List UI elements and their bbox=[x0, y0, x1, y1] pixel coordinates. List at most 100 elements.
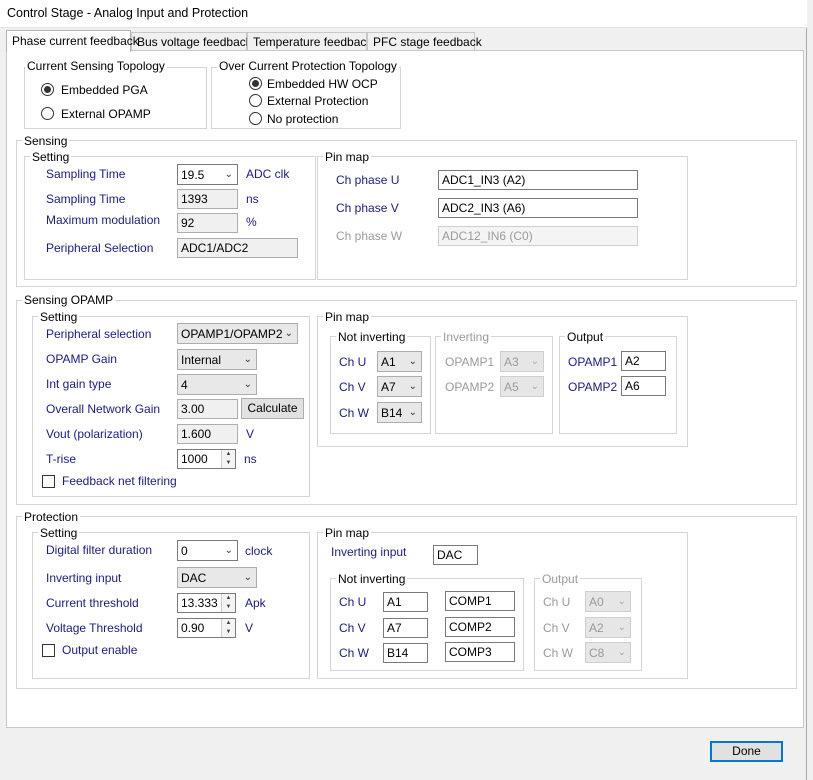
protection-output-group: Output Ch U A0 ⌄ Ch V A2 ⌄ Ch W C8 ⌄ bbox=[534, 573, 642, 671]
tab-phase-current-feedback[interactable]: Phase current feedback bbox=[6, 30, 139, 52]
chevron-down-icon: ⌄ bbox=[284, 328, 293, 339]
sampling-time-ns-unit: ns bbox=[246, 192, 259, 206]
opamp-ch-u-select[interactable]: A1 ⌄ bbox=[377, 351, 422, 372]
output-opamp2-field[interactable]: A6 bbox=[621, 376, 666, 396]
sensing-opamp-group: Sensing OPAMP Setting Peripheral selecti… bbox=[16, 294, 797, 505]
digital-filter-select[interactable]: 0 ⌄ bbox=[177, 540, 238, 561]
chevron-down-icon: ⌄ bbox=[617, 596, 626, 607]
opamp-output-title: Output bbox=[565, 330, 606, 344]
output-opamp2-label: OPAMP2 bbox=[568, 380, 618, 394]
trise-stepper[interactable]: 1000 ▲ ▼ bbox=[177, 449, 236, 469]
stepper-down-icon[interactable]: ▼ bbox=[222, 603, 235, 612]
sampling-time-ns-field: 1393 bbox=[177, 189, 238, 209]
opamp-not-inverting-group: Not inverting Ch U A1 ⌄ Ch V A7 ⌄ Ch W B14… bbox=[330, 331, 431, 434]
chevron-down-icon: ⌄ bbox=[530, 381, 539, 392]
int-gain-type-label: Int gain type bbox=[46, 377, 112, 391]
vout-unit: V bbox=[246, 427, 255, 441]
opamp-ch-w-select[interactable]: B14 ⌄ bbox=[377, 402, 422, 423]
sensing-group: Sensing Setting Sampling Time 19.5 ⌄ ADC … bbox=[16, 135, 797, 287]
ch-phase-u-field[interactable]: ADC1_IN3 (A2) bbox=[438, 170, 638, 190]
protection-setting-group: Setting Digital filter duration 0 ⌄ clock… bbox=[32, 527, 310, 679]
sensing-opamp-title: Sensing OPAMP bbox=[22, 293, 116, 307]
opamp-pinmap-title: Pin map bbox=[323, 310, 372, 324]
external-protection-radio[interactable] bbox=[249, 94, 262, 107]
opamp-gain-select[interactable]: Internal ⌄ bbox=[177, 349, 257, 370]
embedded-pga-label: Embedded PGA bbox=[61, 83, 148, 97]
embedded-hw-ocp-radio[interactable] bbox=[249, 77, 262, 90]
stepper-up-icon[interactable]: ▲ bbox=[222, 619, 235, 628]
stepper-up-icon[interactable]: ▲ bbox=[222, 450, 235, 459]
feedback-filter-checkbox[interactable] bbox=[42, 475, 55, 488]
opamp-ch-v-select[interactable]: A7 ⌄ bbox=[377, 376, 422, 397]
external-opamp-radio[interactable] bbox=[41, 107, 54, 120]
tab-temperature-feedback[interactable]: Temperature feedback bbox=[247, 32, 372, 51]
max-modulation-field: 92 bbox=[177, 213, 238, 233]
tab-pfc-stage-feedback[interactable]: PFC stage feedback bbox=[367, 32, 482, 51]
protection-ch-w-pin-field[interactable]: B14 bbox=[383, 643, 428, 663]
chevron-down-icon: ⌄ bbox=[530, 356, 539, 367]
vout-label: Vout (polarization) bbox=[46, 427, 143, 441]
protection-inverting-select[interactable]: DAC ⌄ bbox=[177, 567, 257, 588]
ch-phase-w-field: ADC12_IN6 (C0) bbox=[438, 226, 638, 246]
protection-ch-v-comp-field[interactable]: COMP2 bbox=[445, 617, 515, 637]
opamp-inverting-group: Inverting OPAMP1 A3 ⌄ OPAMP2 A5 ⌄ bbox=[435, 331, 553, 434]
calculate-button[interactable]: Calculate bbox=[241, 398, 304, 419]
sensing-title: Sensing bbox=[22, 134, 70, 148]
protection-ch-v-pin-field[interactable]: A7 bbox=[383, 618, 428, 638]
opamp-peripheral-label: Peripheral selection bbox=[46, 327, 152, 341]
sensing-pinmap-title: Pin map bbox=[323, 150, 372, 164]
digital-filter-unit: clock bbox=[245, 544, 273, 558]
protection-ch-v-label: Ch V bbox=[339, 621, 366, 635]
no-protection-label: No protection bbox=[267, 112, 339, 126]
tab-panel: Current Sensing Topology Embedded PGA Ex… bbox=[6, 50, 804, 728]
dialog-window: Control Stage - Analog Input and Protect… bbox=[0, 0, 807, 780]
stepper-up-icon[interactable]: ▲ bbox=[222, 594, 235, 603]
ch-phase-w-label: Ch phase W bbox=[336, 229, 403, 243]
protection-ch-u-comp-field[interactable]: COMP1 bbox=[445, 591, 515, 611]
output-opamp1-field[interactable]: A2 bbox=[621, 351, 666, 371]
protection-group: Protection Setting Digital filter durati… bbox=[16, 511, 797, 689]
int-gain-type-select[interactable]: 4 ⌄ bbox=[177, 374, 257, 395]
no-protection-radio[interactable] bbox=[249, 112, 262, 125]
protection-pinmap-group: Pin map Inverting input DAC Not invertin… bbox=[317, 527, 688, 679]
sampling-time-select[interactable]: 19.5 ⌄ bbox=[177, 164, 238, 185]
window-title: Control Stage - Analog Input and Protect… bbox=[7, 6, 249, 20]
protection-ch-u-pin-field[interactable]: A1 bbox=[383, 592, 428, 612]
done-button[interactable]: Done bbox=[710, 741, 783, 762]
current-sensing-topology-title: Current Sensing Topology bbox=[25, 59, 167, 73]
external-opamp-label: External OPAMP bbox=[61, 107, 151, 121]
chevron-down-icon: ⌄ bbox=[243, 379, 252, 390]
stepper-down-icon[interactable]: ▼ bbox=[222, 459, 235, 468]
chevron-down-icon: ⌄ bbox=[224, 545, 233, 556]
opamp-setting-title: Setting bbox=[38, 310, 80, 324]
opamp-ch-u-label: Ch U bbox=[339, 355, 367, 369]
tab-bus-voltage-feedback[interactable]: Bus voltage feedback bbox=[131, 32, 252, 51]
opamp-ch-v-label: Ch V bbox=[339, 380, 366, 394]
pinmap-inverting-input-field[interactable]: DAC bbox=[433, 545, 478, 565]
stepper-down-icon[interactable]: ▼ bbox=[222, 628, 235, 637]
current-threshold-unit: Apk bbox=[245, 596, 266, 610]
opamp-ch-w-label: Ch W bbox=[339, 406, 369, 420]
embedded-pga-radio[interactable] bbox=[41, 83, 54, 96]
inverting-opamp2-label: OPAMP2 bbox=[445, 380, 495, 394]
current-threshold-stepper[interactable]: 13.333 ▲ ▼ bbox=[177, 593, 236, 613]
protection-ch-w-comp-field[interactable]: COMP3 bbox=[445, 642, 515, 662]
inverting-opamp1-select: A3 ⌄ bbox=[500, 351, 544, 372]
opamp-peripheral-select[interactable]: OPAMP1/OPAMP2 ⌄ bbox=[177, 323, 298, 344]
voltage-threshold-stepper[interactable]: 0.90 ▲ ▼ bbox=[177, 618, 236, 638]
voltage-threshold-unit: V bbox=[245, 621, 254, 635]
vout-field: 1.600 bbox=[177, 424, 238, 444]
chevron-down-icon: ⌄ bbox=[408, 407, 417, 418]
title-bar: Control Stage - Analog Input and Protect… bbox=[0, 0, 807, 28]
pinmap-inverting-input-label: Inverting input bbox=[331, 545, 407, 559]
chevron-down-icon: ⌄ bbox=[617, 647, 626, 658]
ch-phase-v-label: Ch phase V bbox=[336, 201, 399, 215]
opamp-setting-group: Setting Peripheral selection OPAMP1/OPAM… bbox=[32, 311, 310, 497]
opamp-inverting-title: Inverting bbox=[441, 330, 492, 344]
output-enable-checkbox[interactable] bbox=[42, 644, 55, 657]
ch-phase-v-field[interactable]: ADC2_IN3 (A6) bbox=[438, 198, 638, 218]
peripheral-selection-label: Peripheral Selection bbox=[46, 241, 154, 255]
sampling-time-unit: ADC clk bbox=[246, 167, 290, 181]
chevron-down-icon: ⌄ bbox=[224, 169, 233, 180]
chevron-down-icon: ⌄ bbox=[243, 572, 252, 583]
